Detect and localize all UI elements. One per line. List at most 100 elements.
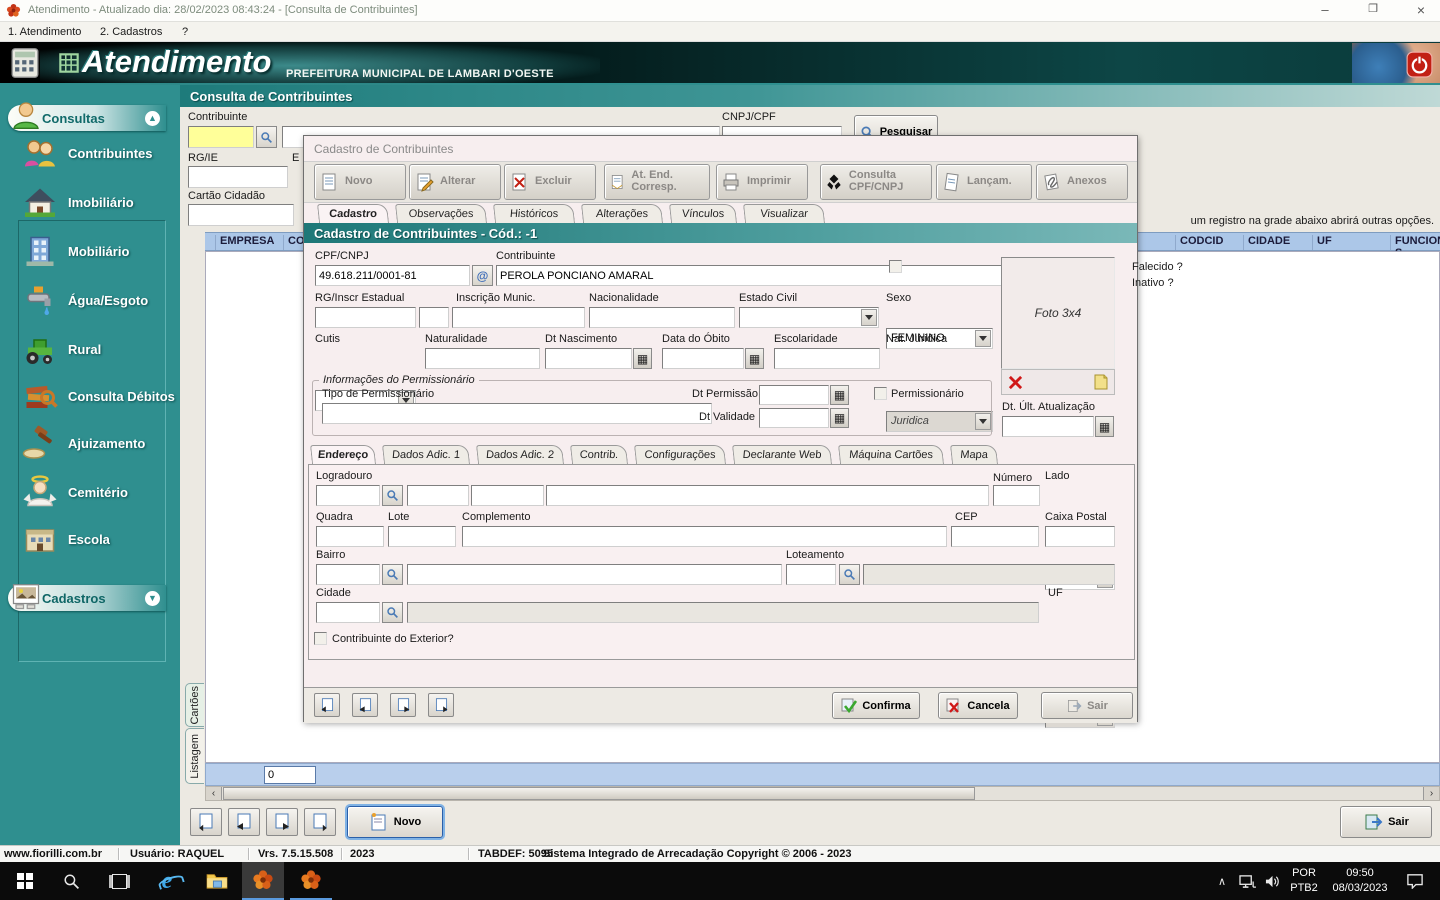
dt-validade-input[interactable] [759, 408, 829, 428]
minimize-button[interactable]: – [1310, 2, 1340, 20]
quadra-input[interactable] [316, 526, 384, 547]
dt-validade-calendar-icon[interactable]: ▦ [830, 408, 849, 428]
dlg-nav-last-button[interactable] [428, 693, 454, 717]
power-button-icon[interactable] [1406, 51, 1433, 78]
inner-tab-endereco[interactable]: Endereço [310, 445, 376, 464]
sidebar-item-contribuintes[interactable]: Contribuintes [22, 135, 153, 171]
cidade-code-input[interactable] [316, 602, 380, 623]
rg-inscr-input[interactable] [315, 307, 416, 328]
restore-button[interactable]: ❐ [1358, 2, 1388, 20]
dlg-nav-next-button[interactable] [390, 693, 416, 717]
toolbar-atend-corresp-button[interactable]: At. End. Corresp. [604, 164, 710, 200]
escolaridade-input[interactable] [774, 348, 880, 369]
sidebar-item-agua-esgoto[interactable]: Água/Esgoto [22, 282, 148, 318]
nav-next-button[interactable] [266, 808, 298, 836]
falecido-checkbox[interactable] [889, 260, 902, 273]
toolbar-lancam-button[interactable]: Lançam. [936, 164, 1032, 200]
start-button[interactable] [4, 862, 46, 900]
permissionario-checkbox[interactable] [874, 387, 887, 400]
cpf-cnpj-input[interactable] [315, 265, 470, 286]
logradouro-type-input[interactable] [407, 485, 469, 506]
toolbar-consulta-cpf-button[interactable]: Consulta CPF/CNPJ [820, 164, 932, 200]
dt-permissao-input[interactable] [759, 385, 829, 405]
close-button[interactable]: × [1406, 2, 1436, 20]
cidade-name-input[interactable] [407, 602, 1039, 623]
toolbar-alterar-button[interactable]: Alterar [409, 164, 501, 200]
dlg-contribuinte-input[interactable] [496, 265, 1081, 286]
bairro-code-input[interactable] [316, 564, 380, 585]
estado-civil-select[interactable] [739, 307, 879, 328]
novo-button[interactable]: Novo [347, 806, 443, 838]
grid-col-cidade[interactable]: CIDADE [1243, 235, 1290, 250]
language-indicator[interactable]: POR PTB2 [1286, 866, 1322, 896]
tab-historicos[interactable]: Históricos [493, 204, 575, 223]
inner-tab-mapa[interactable]: Mapa [950, 445, 998, 464]
data-obito-calendar-icon[interactable]: ▦ [745, 348, 764, 369]
tab-observacoes[interactable]: Observações [395, 204, 487, 223]
loteamento-code-input[interactable] [786, 564, 836, 585]
logradouro-search-icon[interactable] [382, 485, 403, 506]
side-tab-listagem[interactable]: Listagem [185, 728, 204, 784]
inscricao-munic-input[interactable] [452, 307, 585, 328]
nav-prev-button[interactable] [228, 808, 260, 836]
scroll-thumb[interactable] [223, 787, 975, 800]
contribuinte-search-icon[interactable] [256, 126, 277, 148]
file-explorer-icon[interactable] [196, 862, 238, 900]
logradouro-prefix-input[interactable] [471, 485, 544, 506]
inner-tab-dados-adic1[interactable]: Dados Adic. 1 [382, 445, 470, 464]
remove-photo-icon[interactable] [1008, 375, 1023, 390]
record-count-field[interactable] [264, 766, 316, 784]
menu-atendimento[interactable]: 1. Atendimento [8, 26, 81, 38]
sidebar-item-rural[interactable]: Rural [22, 331, 101, 367]
grid-col-codcid[interactable]: CODCID [1175, 235, 1223, 250]
side-tab-cartoes[interactable]: Cartões [185, 683, 204, 727]
cpf-lookup-button[interactable]: @ [472, 265, 493, 286]
toolbar-novo-button[interactable]: Novo [314, 164, 406, 200]
inner-tab-dados-adic2[interactable]: Dados Adic. 2 [476, 445, 564, 464]
inner-tab-declarante-web[interactable]: Declarante Web [732, 445, 832, 464]
sidebar-item-mobiliario[interactable]: Mobiliário [22, 233, 129, 269]
lote-input[interactable] [388, 526, 456, 547]
rg-ie-input[interactable] [188, 166, 288, 188]
naturalidade-input[interactable] [425, 348, 540, 369]
toolbar-excluir-button[interactable]: Excluir [504, 164, 596, 200]
dlg-nav-prev-button[interactable] [352, 693, 378, 717]
dt-atualizacao-input[interactable] [1002, 416, 1094, 437]
cartao-cidadao-input[interactable] [188, 204, 294, 226]
confirma-button[interactable]: Confirma [832, 692, 920, 719]
toolbar-anexos-button[interactable]: Anexos [1036, 164, 1128, 200]
menu-help[interactable]: ? [182, 26, 188, 38]
rg-digit-input[interactable] [419, 307, 449, 328]
dialog-sair-button[interactable]: Sair [1041, 692, 1133, 719]
inner-tab-contrib[interactable]: Contrib. [570, 445, 628, 464]
loteamento-name-input[interactable] [863, 564, 1115, 585]
dlg-nav-first-button[interactable] [314, 693, 340, 717]
tab-cadastro[interactable]: Cadastro [317, 204, 389, 223]
note-icon[interactable] [1094, 374, 1108, 390]
chevron-up-icon[interactable]: ▲ [145, 111, 160, 126]
sidebar-item-ajuizamento[interactable]: Ajuizamento [22, 425, 145, 461]
dt-permissao-calendar-icon[interactable]: ▦ [830, 385, 849, 405]
tipo-permissionario-input[interactable] [322, 403, 712, 424]
sidebar-item-consulta-debitos[interactable]: Consulta Débitos [22, 378, 175, 414]
data-obito-input[interactable] [662, 348, 744, 369]
loteamento-search-icon[interactable] [839, 564, 860, 585]
exterior-checkbox[interactable] [314, 632, 327, 645]
internet-explorer-icon[interactable]: e [146, 862, 188, 900]
nav-last-button[interactable] [304, 808, 336, 836]
dt-nascimento-calendar-icon[interactable]: ▦ [633, 348, 652, 369]
cep-input[interactable] [951, 526, 1039, 547]
complemento-input[interactable] [462, 526, 947, 547]
cidade-search-icon[interactable] [382, 602, 403, 623]
sidebar-item-escola[interactable]: Escola [22, 521, 110, 557]
fiorilli-app-active-icon[interactable] [242, 862, 284, 900]
sidebar-section-cadastros[interactable]: Cadastros ▼ [8, 585, 166, 611]
chevron-down-icon[interactable]: ▼ [145, 591, 160, 606]
tab-visualizar[interactable]: Visualizar [743, 204, 825, 223]
scroll-left-arrow[interactable]: ‹ [206, 787, 222, 800]
inner-tab-configuracoes[interactable]: Configurações [634, 445, 726, 464]
bairro-search-icon[interactable] [382, 564, 403, 585]
fiorilli-app2-icon[interactable] [290, 862, 332, 900]
bairro-name-input[interactable] [407, 564, 782, 585]
tab-alteracoes[interactable]: Alterações [581, 204, 663, 223]
